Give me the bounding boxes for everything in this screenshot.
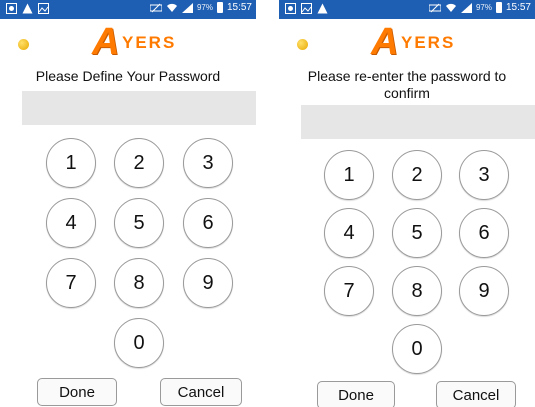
key-7[interactable]: 7 [46, 258, 96, 308]
key-4[interactable]: 4 [46, 198, 96, 248]
ayers-logo: A YERS [371, 21, 456, 63]
key-9[interactable]: 9 [183, 258, 233, 308]
wifi-icon [166, 3, 178, 13]
image-icon [38, 3, 49, 14]
key-2[interactable]: 2 [114, 138, 164, 188]
cancel-button[interactable]: Cancel [436, 381, 516, 407]
status-dot-icon [297, 39, 308, 50]
key-9[interactable]: 9 [459, 266, 509, 316]
key-2[interactable]: 2 [392, 150, 442, 200]
cancel-button[interactable]: Cancel [160, 378, 242, 406]
battery-icon [216, 2, 223, 13]
key-4[interactable]: 4 [324, 208, 374, 258]
battery-percent: 97% [196, 3, 213, 12]
done-button[interactable]: Done [317, 381, 395, 407]
warning-icon [317, 3, 328, 14]
battery-percent: 97% [475, 3, 492, 12]
password-display-field[interactable] [301, 105, 535, 139]
password-prompt: Please re-enter the password to confirm [307, 68, 507, 101]
signal-icon [181, 2, 193, 13]
key-1[interactable]: 1 [324, 150, 374, 200]
battery-icon [495, 2, 502, 13]
password-prompt: Please Define Your Password [35, 68, 221, 84]
key-3[interactable]: 3 [459, 150, 509, 200]
key-7[interactable]: 7 [324, 266, 374, 316]
wifi-icon [445, 3, 457, 13]
key-6[interactable]: 6 [183, 198, 233, 248]
password-confirm-screen: 97% 15:57 A YERS Please re-enter the pas… [279, 0, 535, 407]
clock: 15:57 [505, 2, 531, 13]
ayers-logo: A YERS [92, 21, 177, 63]
status-dot-icon [18, 39, 29, 50]
key-1[interactable]: 1 [46, 138, 96, 188]
key-6[interactable]: 6 [459, 208, 509, 258]
key-8[interactable]: 8 [114, 258, 164, 308]
key-0[interactable]: 0 [114, 318, 164, 368]
app-header: A YERS [0, 19, 256, 65]
mute-icon [149, 3, 162, 13]
status-bar: 97% 15:57 [0, 0, 256, 19]
clock: 15:57 [226, 2, 252, 13]
key-0[interactable]: 0 [392, 324, 442, 374]
password-define-screen: 97% 15:57 A YERS Please Define Your Pass… [0, 0, 256, 407]
password-display-field[interactable] [22, 91, 256, 125]
notification-icon [285, 3, 296, 14]
mute-icon [428, 3, 441, 13]
key-8[interactable]: 8 [392, 266, 442, 316]
notification-icon [6, 3, 17, 14]
done-button[interactable]: Done [37, 378, 117, 406]
image-icon [301, 3, 312, 14]
warning-icon [22, 3, 33, 14]
app-header: A YERS [279, 19, 535, 65]
key-3[interactable]: 3 [183, 138, 233, 188]
key-5[interactable]: 5 [392, 208, 442, 258]
status-bar: 97% 15:57 [279, 0, 535, 19]
key-5[interactable]: 5 [114, 198, 164, 248]
signal-icon [460, 2, 472, 13]
